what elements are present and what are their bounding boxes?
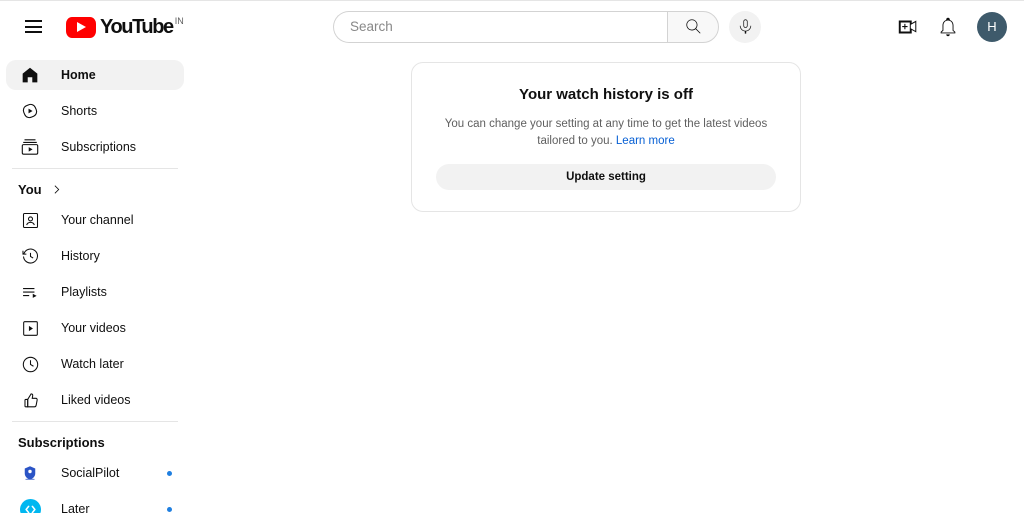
playlists-icon bbox=[18, 280, 42, 304]
sidebar-item-label: Liked videos bbox=[61, 393, 131, 407]
sidebar-item-label: Watch later bbox=[61, 357, 124, 371]
new-content-dot bbox=[167, 506, 172, 512]
your-channel-icon bbox=[18, 208, 42, 232]
sidebar-item-your-channel[interactable]: Your channel bbox=[6, 205, 184, 235]
search-input-container[interactable] bbox=[333, 10, 667, 43]
home-icon bbox=[18, 63, 42, 87]
sidebar-navigation: Home Shorts Subscriptions You Your chann… bbox=[0, 52, 190, 513]
sidebar-item-label: Your videos bbox=[61, 321, 126, 335]
sidebar-item-label: SocialPilot bbox=[61, 466, 120, 480]
update-setting-button[interactable]: Update setting bbox=[436, 164, 776, 190]
sidebar-item-label: Later bbox=[61, 502, 90, 513]
masthead: YouTube IN Search H bbox=[0, 0, 1024, 52]
sidebar-divider-1 bbox=[12, 168, 178, 169]
channel-avatar bbox=[18, 461, 42, 485]
create-video-button[interactable] bbox=[891, 10, 925, 44]
sidebar-divider-2 bbox=[12, 421, 178, 422]
card-description: You can change your setting at any time … bbox=[436, 116, 776, 150]
sidebar-item-home[interactable]: Home bbox=[6, 60, 184, 90]
notifications-button[interactable] bbox=[931, 10, 965, 44]
masthead-end: H bbox=[844, 10, 1024, 44]
shorts-icon bbox=[18, 99, 42, 123]
sidebar-section-subscriptions: Subscriptions bbox=[6, 428, 184, 456]
sidebar-item-your-videos[interactable]: Your videos bbox=[6, 313, 184, 343]
microphone-icon bbox=[739, 19, 751, 34]
new-content-dot bbox=[167, 470, 172, 476]
notifications-bell-icon bbox=[940, 17, 956, 36]
youtube-logo-text: YouTube bbox=[100, 15, 174, 38]
sidebar-item-subscriptions[interactable]: Subscriptions bbox=[6, 132, 184, 162]
subscriptions-icon bbox=[18, 135, 42, 159]
watch-later-icon bbox=[18, 352, 42, 376]
liked-videos-icon bbox=[18, 388, 42, 412]
learn-more-link[interactable]: Learn more bbox=[616, 135, 675, 147]
sidebar-section-subscriptions-label: Subscriptions bbox=[18, 434, 105, 450]
masthead-start: YouTube IN bbox=[0, 10, 250, 44]
history-icon bbox=[18, 244, 42, 268]
voice-search-button[interactable] bbox=[729, 10, 761, 43]
create-video-icon bbox=[898, 20, 917, 33]
youtube-play-icon bbox=[66, 16, 96, 38]
socialpilot-avatar-icon bbox=[19, 462, 41, 484]
later-avatar-icon bbox=[19, 498, 41, 513]
sidebar-item-label: Your channel bbox=[61, 213, 134, 227]
sidebar-section-you-label: You bbox=[18, 181, 42, 197]
sidebar-item-label: Playlists bbox=[61, 285, 107, 299]
search-input[interactable] bbox=[350, 19, 667, 34]
youtube-country-code: IN bbox=[174, 15, 184, 26]
sidebar-item-liked-videos[interactable]: Liked videos bbox=[6, 385, 184, 415]
masthead-center bbox=[250, 10, 844, 43]
youtube-logo[interactable]: YouTube IN bbox=[66, 16, 184, 38]
chevron-right-icon bbox=[50, 183, 63, 196]
card-description-text: You can change your setting at any time … bbox=[444, 118, 768, 147]
search-icon bbox=[685, 19, 701, 34]
sidebar-item-label: Shorts bbox=[61, 104, 98, 118]
sidebar-item-watch-later[interactable]: Watch later bbox=[6, 349, 184, 379]
account-avatar[interactable]: H bbox=[977, 11, 1007, 42]
sidebar-item-label: Subscriptions bbox=[61, 140, 137, 154]
card-title: Your watch history is off bbox=[519, 86, 693, 103]
channel-avatar bbox=[18, 497, 42, 513]
sidebar-subscription-socialpilot[interactable]: SocialPilot bbox=[6, 458, 184, 488]
sidebar-item-shorts[interactable]: Shorts bbox=[6, 96, 184, 126]
your-videos-icon bbox=[18, 316, 42, 340]
sidebar-item-playlists[interactable]: Playlists bbox=[6, 277, 184, 307]
search-button[interactable] bbox=[667, 10, 719, 43]
hamburger-menu-icon bbox=[24, 20, 42, 33]
search-bar bbox=[333, 10, 761, 43]
sidebar-item-history[interactable]: History bbox=[6, 241, 184, 271]
sidebar-subscription-later[interactable]: Later bbox=[6, 494, 184, 513]
sidebar-item-label: Home bbox=[61, 68, 96, 82]
main-content: Your watch history is off You can change… bbox=[190, 52, 1024, 513]
hamburger-menu-button[interactable] bbox=[16, 10, 50, 44]
sidebar-section-you[interactable]: You bbox=[6, 175, 184, 203]
watch-history-off-card: Your watch history is off You can change… bbox=[411, 62, 801, 212]
sidebar-item-label: History bbox=[61, 249, 100, 263]
